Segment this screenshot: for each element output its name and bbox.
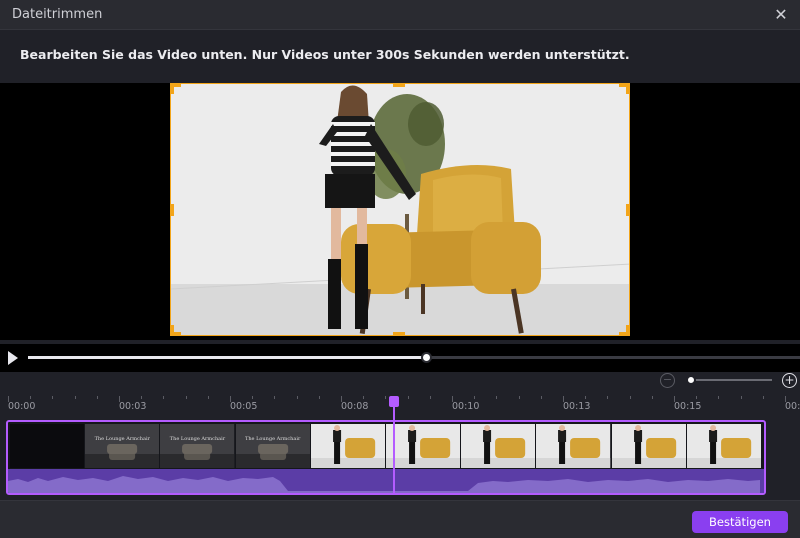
clip-thumbnail	[461, 424, 536, 468]
ruler-tick	[518, 396, 520, 399]
ruler-tick	[341, 396, 342, 402]
ruler-tick	[252, 396, 254, 399]
crop-handle-bottom[interactable]	[393, 332, 405, 335]
crop-handle-tr-v[interactable]	[626, 84, 629, 94]
zoom-out-icon[interactable]: −	[660, 373, 675, 388]
thumbnail-title: The Lounge Armchair	[169, 436, 226, 442]
ruler-tick	[141, 396, 143, 399]
ruler-tick	[718, 396, 720, 399]
ruler-tick	[452, 396, 453, 402]
ruler-tick	[163, 396, 165, 399]
crop-handle-right[interactable]	[626, 204, 629, 216]
ruler-tick	[385, 396, 387, 399]
ruler-tick	[762, 396, 764, 399]
thumbnail-strip: The Lounge Armchair The Lounge Armchair Th…	[10, 424, 762, 468]
ruler-tick	[230, 396, 231, 402]
ruler-label: 00:10	[452, 401, 480, 412]
clip-thumbnail	[611, 424, 686, 468]
ruler-tick	[74, 396, 76, 399]
clip-thumbnail: The Lounge Armchair	[235, 424, 310, 468]
playback-knob[interactable]	[420, 352, 432, 363]
ruler-tick	[740, 396, 742, 399]
ruler-tick	[318, 396, 320, 399]
video-still	[171, 84, 629, 335]
ruler-label: 00:08	[341, 401, 369, 412]
ruler-tick	[429, 396, 431, 399]
playhead-handle[interactable]	[389, 396, 399, 407]
crop-handle-top[interactable]	[393, 84, 405, 87]
ruler-tick	[119, 396, 120, 402]
ruler-tick	[407, 396, 409, 399]
ruler-tick	[496, 396, 498, 399]
ruler-tick	[785, 396, 786, 402]
crop-handle-bl-v[interactable]	[171, 325, 174, 335]
zoom-controls: − +	[0, 372, 800, 392]
ruler-tick	[474, 396, 476, 399]
ruler-tick	[52, 396, 54, 399]
play-icon[interactable]	[6, 350, 20, 366]
title-bar: Dateitrimmen ✕	[0, 0, 800, 30]
ruler-tick	[8, 396, 9, 402]
time-ruler[interactable]: 00:00 00:03 00:05 00:08 00:10 00:13 00:15 00:1	[0, 396, 800, 416]
ruler-tick	[629, 396, 631, 399]
thumbnail-title: The Lounge Armchair	[245, 436, 301, 442]
zoom-in-icon[interactable]: +	[782, 373, 797, 388]
ruler-label: 00:05	[230, 401, 258, 412]
ruler-tick	[274, 396, 276, 399]
ruler-tick	[296, 396, 298, 399]
ruler-tick	[585, 396, 587, 399]
ruler-label: 00:03	[119, 401, 147, 412]
ruler-tick	[563, 396, 564, 402]
playback-progress	[28, 356, 426, 359]
trim-dialog: Dateitrimmen ✕ Bearbeiten Sie das Video …	[0, 0, 800, 538]
crop-handle-left[interactable]	[171, 204, 174, 216]
clip-thumbnail: The Lounge Armchair	[85, 424, 160, 468]
clip-thumbnail	[536, 424, 611, 468]
ruler-tick	[207, 396, 209, 399]
clip-thumbnail	[310, 424, 385, 468]
instruction-text: Bearbeiten Sie das Video unten. Nur Vide…	[20, 47, 630, 62]
zoom-knob[interactable]	[686, 375, 696, 385]
crop-handle-tl-v[interactable]	[171, 84, 174, 94]
video-frame[interactable]	[170, 83, 630, 336]
ruler-label: 00:00	[8, 401, 36, 412]
playhead-line	[393, 398, 395, 494]
dialog-title: Dateitrimmen	[12, 7, 103, 22]
ruler-tick	[30, 396, 32, 399]
ruler-tick	[185, 396, 187, 399]
ruler-tick	[363, 396, 365, 399]
clip-thumbnail	[10, 424, 85, 468]
footer: Bestätigen	[0, 500, 800, 538]
playback-bar	[0, 344, 800, 372]
ruler-tick	[96, 396, 98, 399]
timeline-clip[interactable]: The Lounge Armchair The Lounge Armchair Th…	[6, 420, 766, 495]
ruler-tick	[696, 396, 698, 399]
close-icon[interactable]: ✕	[772, 6, 790, 24]
zoom-slider[interactable]	[688, 379, 772, 381]
ruler-tick	[540, 396, 542, 399]
video-preview	[0, 83, 800, 340]
ruler-label: 00:15	[674, 401, 702, 412]
crop-handle-br-v[interactable]	[626, 325, 629, 335]
playback-track[interactable]	[28, 352, 800, 363]
ruler-label: 00:1	[785, 401, 800, 412]
clip-thumbnail	[686, 424, 761, 468]
ruler-label: 00:13	[563, 401, 591, 412]
ruler-tick	[651, 396, 653, 399]
thumbnail-title: The Lounge Armchair	[94, 436, 150, 442]
audio-waveform	[8, 469, 764, 493]
confirm-button[interactable]: Bestätigen	[692, 511, 788, 533]
ruler-tick	[674, 396, 675, 402]
clip-thumbnail	[386, 424, 461, 468]
ruler-tick	[607, 396, 609, 399]
clip-thumbnail: The Lounge Armchair	[160, 424, 235, 468]
